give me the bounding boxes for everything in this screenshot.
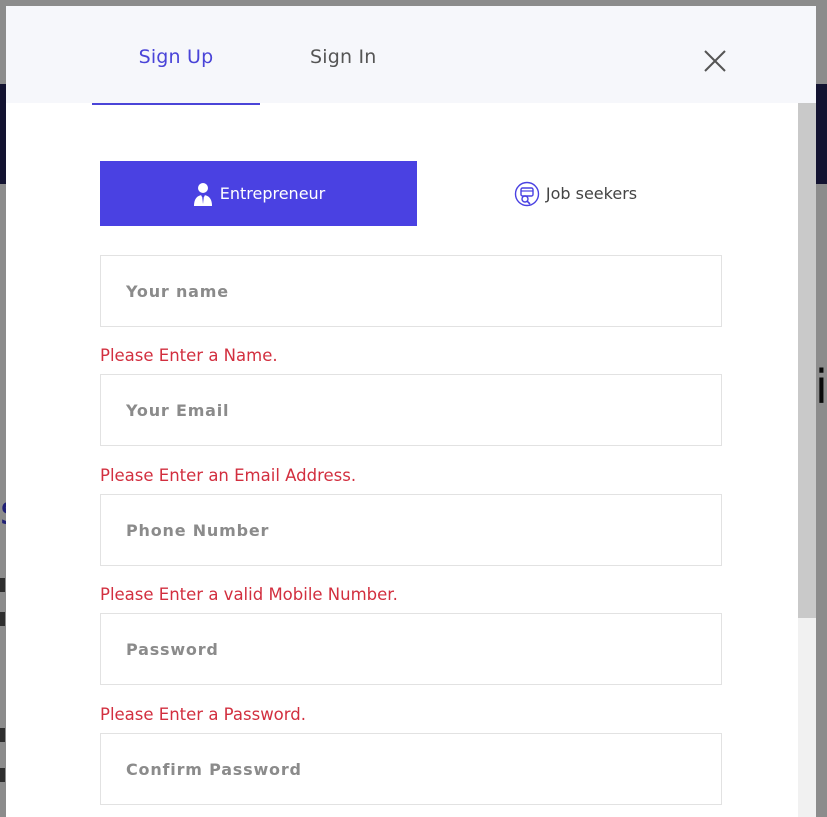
- confirm-password-field-wrapper: [100, 733, 722, 805]
- confirm-password-input[interactable]: [101, 734, 721, 804]
- phone-field-wrapper: [100, 494, 722, 566]
- password-input[interactable]: [101, 614, 721, 684]
- tab-sign-up[interactable]: Sign Up: [92, 46, 260, 68]
- role-job-seekers-button[interactable]: Job seekers: [417, 161, 734, 226]
- job-seeker-icon: [514, 181, 540, 207]
- role-entrepreneur-label: Entrepreneur: [219, 184, 326, 203]
- phone-error: Please Enter a valid Mobile Number.: [100, 585, 398, 604]
- close-icon: [704, 50, 726, 72]
- tab-sign-in[interactable]: Sign In: [310, 46, 377, 68]
- close-button[interactable]: [703, 49, 727, 73]
- scrollbar-thumb[interactable]: [798, 103, 816, 618]
- email-field-wrapper: [100, 374, 722, 446]
- email-input[interactable]: [101, 375, 721, 445]
- signup-modal: Sign Up Sign In Entrepreneur Job seekers…: [6, 6, 816, 817]
- businessman-icon: [192, 182, 214, 206]
- phone-input[interactable]: [101, 495, 721, 565]
- password-field-wrapper: [100, 613, 722, 685]
- name-input[interactable]: [101, 256, 721, 326]
- password-error: Please Enter a Password.: [100, 705, 306, 724]
- role-job-seekers-label: Job seekers: [545, 184, 638, 203]
- email-error: Please Enter an Email Address.: [100, 466, 357, 485]
- role-entrepreneur-button[interactable]: Entrepreneur: [100, 161, 417, 226]
- active-tab-indicator: [92, 103, 260, 105]
- modal-header: Sign Up Sign In: [6, 6, 816, 103]
- name-error: Please Enter a Name.: [100, 346, 278, 365]
- name-field-wrapper: [100, 255, 722, 327]
